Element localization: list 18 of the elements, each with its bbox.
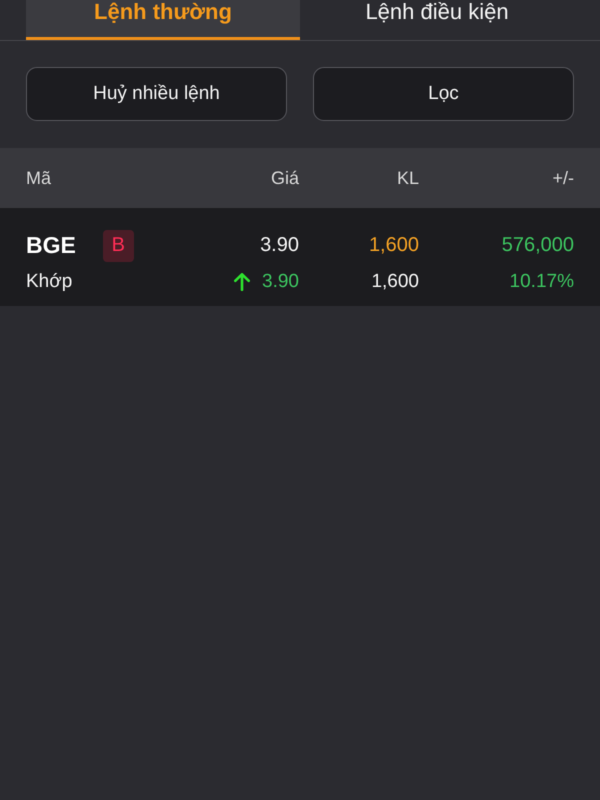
- change-percent-cell: 10.17%: [510, 271, 574, 293]
- price-cell: 3.90: [260, 234, 299, 257]
- order-row[interactable]: BGE B 3.90 1,600 576,000 Khớp 3.90 1,600 10.17%: [0, 208, 600, 306]
- column-header: +/-: [551, 168, 574, 188]
- order-tab[interactable]: Lệnh điều kiện: [300, 0, 574, 40]
- side-tag: B: [102, 230, 134, 262]
- order-tab[interactable]: Lệnh thường: [26, 0, 300, 40]
- volume-cell: 1,600: [368, 234, 419, 257]
- matched-price: 3.90: [262, 271, 299, 293]
- action-button[interactable]: Huỷ nhiều lệnh: [26, 67, 287, 121]
- action-button[interactable]: Lọc: [313, 67, 574, 121]
- column-header: Mã: [26, 168, 52, 188]
- status-cell: Khớp: [26, 271, 72, 293]
- change-cell: 576,000: [502, 234, 574, 257]
- matched-volume-cell: 1,600: [371, 271, 419, 293]
- column-header: Giá: [270, 168, 299, 188]
- ticker-symbol: BGE: [26, 232, 76, 259]
- column-header: KL: [396, 168, 419, 188]
